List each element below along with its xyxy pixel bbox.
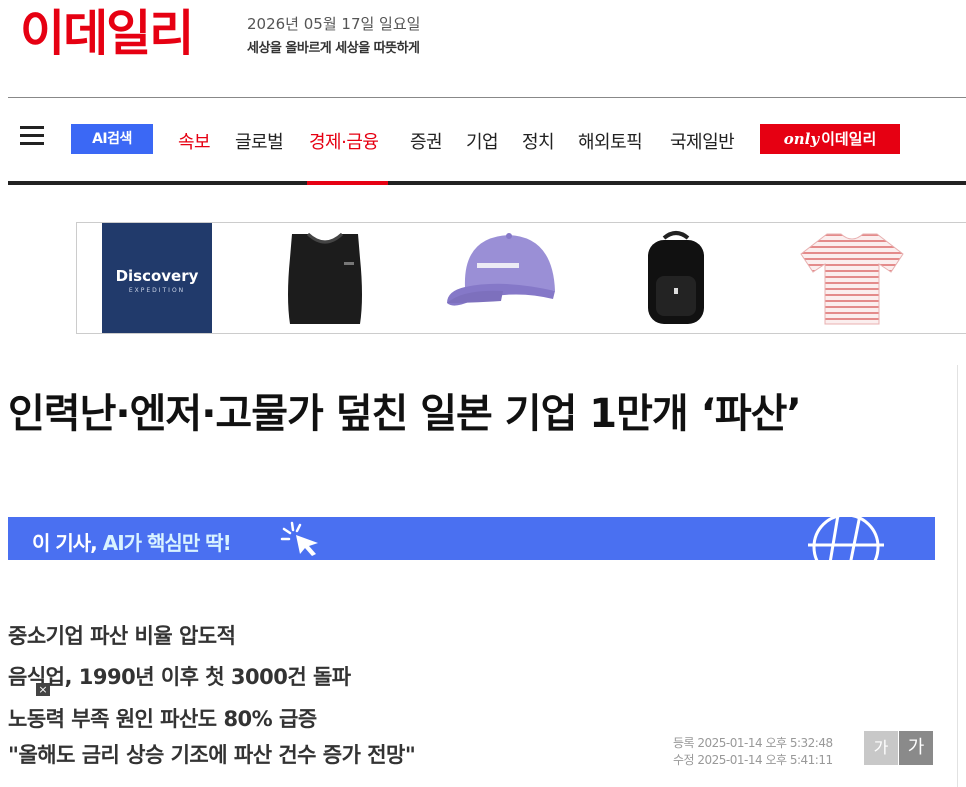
ad-product-cap[interactable] bbox=[443, 229, 563, 319]
nav-item-politics[interactable]: 정치 bbox=[522, 128, 555, 154]
sidebar-divider bbox=[957, 365, 958, 787]
ai-bar-highlight: AI가 핵심만 딱! bbox=[102, 531, 232, 555]
ad-brand-logo[interactable]: Discovery EXPEDITION bbox=[102, 223, 212, 333]
summary-line-3: 노동력 부족 원인 파산도 80% 급증 bbox=[8, 707, 317, 731]
nav-item-international[interactable]: 국제일반 bbox=[670, 128, 735, 154]
site-logo[interactable]: 이데일리 bbox=[20, 4, 194, 64]
nav-item-stocks[interactable]: 증권 bbox=[410, 128, 443, 154]
ad-product-backpack[interactable] bbox=[640, 228, 712, 328]
site-slogan: 세상을 올바르게 세상을 따뜻하게 bbox=[247, 41, 420, 56]
modified-date: 수정 2025-01-14 오후 5:41:11 bbox=[673, 753, 833, 767]
summary-line-4: "올해도 금리 상승 기조에 파산 건수 증가 전망" bbox=[8, 743, 416, 767]
font-size-large-button[interactable]: 가 bbox=[899, 731, 933, 765]
cursor-sparkle-icon bbox=[280, 521, 318, 556]
close-icon[interactable]: × bbox=[36, 683, 50, 696]
nav-item-economy-finance[interactable]: 경제·금융 bbox=[309, 128, 379, 154]
registered-date: 등록 2025-01-14 오후 5:32:48 bbox=[673, 736, 833, 750]
only-badge-word: only bbox=[783, 130, 820, 148]
summary-line-1: 중소기업 파산 비율 압도적 bbox=[8, 624, 236, 648]
ad-product-vest[interactable] bbox=[280, 228, 370, 328]
nav-item-breaking[interactable]: 속보 bbox=[178, 128, 211, 154]
only-badge-name: 이데일리 bbox=[821, 130, 877, 148]
nav-item-global[interactable]: 글로벌 bbox=[235, 128, 284, 154]
ad-product-tshirt[interactable] bbox=[797, 228, 907, 328]
header-divider bbox=[8, 97, 966, 98]
ad-brand-name: Discovery bbox=[115, 267, 199, 285]
nav-item-world-topics[interactable]: 해외토픽 bbox=[578, 128, 643, 154]
current-date: 2026년 05월 17일 일요일 bbox=[247, 15, 421, 33]
ad-brand-sub: EXPEDITION bbox=[128, 287, 186, 294]
nav-divider bbox=[8, 181, 966, 185]
nav-item-business[interactable]: 기업 bbox=[466, 128, 499, 154]
target-graphic-icon bbox=[808, 517, 884, 560]
menu-icon[interactable] bbox=[20, 126, 44, 146]
article-headline: 인력난·엔저·고물가 덮친 일본 기업 1만개 ‘파산’ bbox=[8, 391, 802, 437]
only-edaily-button[interactable]: only 이데일리 bbox=[760, 124, 900, 154]
font-size-small-button[interactable]: 가 bbox=[864, 731, 898, 765]
summary-line-2: 음식업, 1990년 이후 첫 3000건 돌파 bbox=[8, 665, 351, 689]
ai-bar-prefix: 이 기사, bbox=[32, 531, 98, 555]
ai-search-button[interactable]: AI검색 bbox=[71, 124, 153, 154]
ai-summary-bar[interactable]: 이 기사, AI가 핵심만 딱! bbox=[8, 517, 935, 560]
active-nav-indicator bbox=[307, 181, 388, 185]
